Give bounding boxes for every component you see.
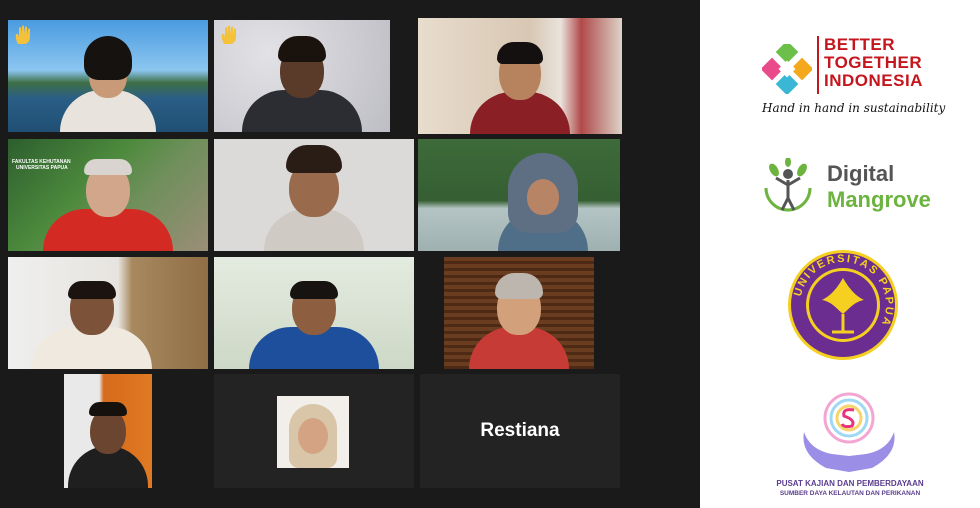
better-together-tagline: Hand in hand in sustainability — [762, 101, 946, 115]
slide-subtitle: UNIVERSITAS PAPUA — [16, 165, 68, 171]
better-together-title: BETTER TOGETHER INDONESIA — [824, 36, 923, 90]
raised-hand-icon — [221, 25, 236, 44]
participant-avatar — [277, 396, 349, 468]
participant-video-3-active-speaker[interactable] — [418, 18, 622, 134]
better-together-logo-icon — [762, 44, 812, 94]
bt-title-line1: BETTER — [824, 35, 895, 54]
participant-video-9[interactable] — [444, 257, 594, 369]
participant-video-11[interactable] — [214, 374, 414, 488]
participant-video-12[interactable]: Restiana — [420, 374, 620, 488]
video-gallery: FAKULTAS KEHUTANAN UNIVERSITAS PAPUA Res… — [0, 0, 700, 508]
digital-mangrove-logo-icon — [764, 158, 812, 212]
universitas-papua-seal-icon: UNIVERSITAS PAPUA — [788, 250, 898, 360]
bt-title-line2: TOGETHER — [824, 53, 923, 72]
digital-mangrove-line2: Mangrove — [827, 187, 931, 212]
participant-video-7[interactable] — [8, 257, 208, 369]
participant-name: Restiana — [480, 420, 560, 441]
participant-video-4[interactable]: FAKULTAS KEHUTANAN UNIVERSITAS PAPUA — [8, 139, 208, 251]
pusat-kajian-logo-icon — [803, 392, 895, 472]
participant-video-1[interactable] — [8, 20, 208, 132]
participant-video-10[interactable] — [64, 374, 152, 488]
better-together-divider — [817, 36, 819, 94]
bt-title-line3: INDONESIA — [824, 71, 923, 90]
participant-video-5[interactable] — [214, 139, 414, 251]
participant-video-2[interactable] — [214, 20, 390, 132]
participant-video-8[interactable] — [214, 257, 414, 369]
participant-video-6[interactable] — [418, 139, 620, 251]
raised-hand-icon — [15, 25, 30, 44]
pusat-kajian-line2: SUMBER DAYA KELAUTAN DAN PERIKANAN — [779, 490, 921, 497]
pusat-kajian-line1: PUSAT KAJIAN DAN PEMBERDAYAAN — [776, 479, 924, 488]
screen: FAKULTAS KEHUTANAN UNIVERSITAS PAPUA Res… — [0, 0, 980, 508]
digital-mangrove-line1: Digital — [827, 161, 895, 186]
